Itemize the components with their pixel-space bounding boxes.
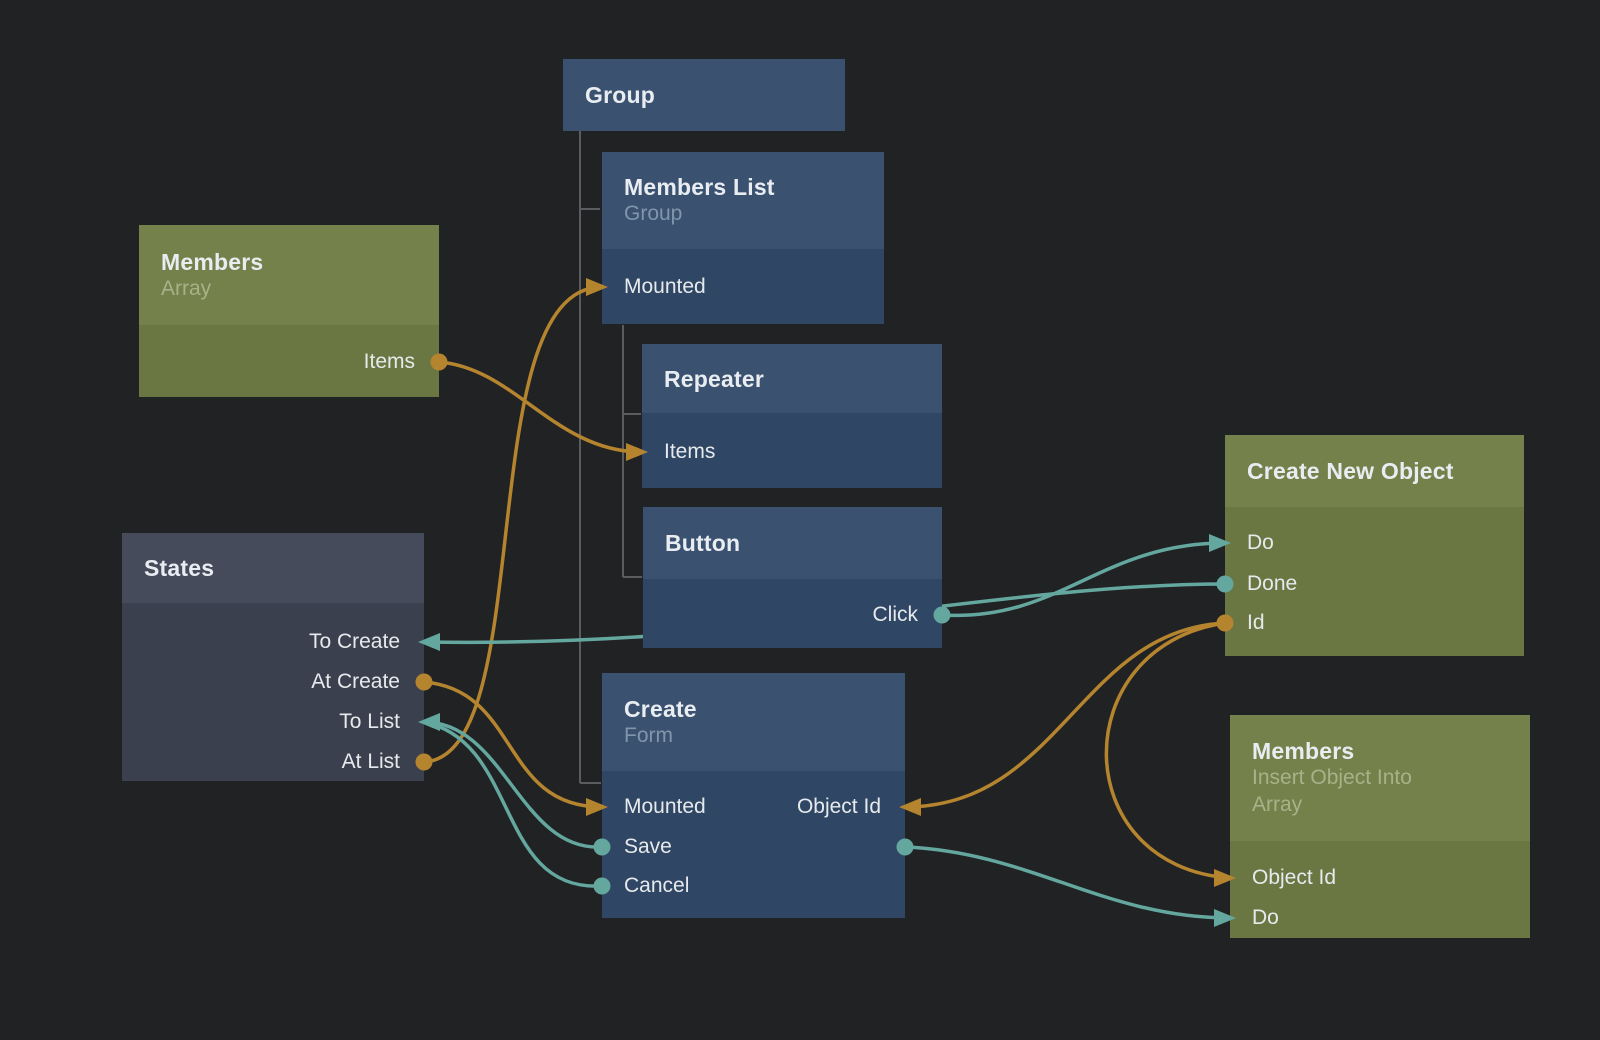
node-states[interactable]: States To Create At Create To List At List [122,533,424,781]
port-object-id-label[interactable]: Object Id [1252,865,1336,891]
port-to-list-label[interactable]: To List [339,709,400,735]
node-header[interactable]: Group [563,59,845,131]
node-members-list[interactable]: Members ListGroup Mounted [602,152,884,324]
port-at-list-label[interactable]: At List [342,749,400,775]
node-title: Create [624,696,883,722]
node-header[interactable]: Members ListGroup [602,152,884,249]
port-mounted-label[interactable]: Mounted [624,794,706,820]
port-save-label[interactable]: Save [624,834,672,860]
node-subtitle: Array [161,275,366,302]
port-do-label[interactable]: Do [1252,905,1279,931]
port-id-label[interactable]: Id [1247,610,1265,636]
port-at-create-label[interactable]: At Create [311,669,400,695]
connection-items-to-items[interactable] [439,362,642,452]
connection-atlist-to-mounted[interactable] [424,287,602,762]
node-repeater[interactable]: Repeater Items [642,344,942,488]
connection-click-to-do[interactable] [942,543,1225,615]
connection-save-to-insert-do[interactable] [905,847,1230,918]
port-to-create-label[interactable]: To Create [309,629,400,655]
node-title: Members List [624,174,862,200]
port-object-id-label[interactable]: Object Id [797,794,881,820]
node-title: Button [665,530,920,556]
node-title: Members [161,249,417,275]
node-subtitle: Insert Object Into Array [1252,764,1457,818]
node-create-new-object[interactable]: Create New Object Do Done Id [1225,435,1524,656]
node-subtitle: Group [624,200,829,227]
connection-id-to-objectid-form[interactable] [905,623,1225,807]
port-mounted-label[interactable]: Mounted [624,274,706,300]
node-header[interactable]: Repeater [642,344,942,413]
node-title: Group [585,82,823,108]
node-header[interactable]: MembersInsert Object Into Array [1230,715,1530,841]
node-members-insert[interactable]: MembersInsert Object Into Array Object Id… [1230,715,1530,938]
node-title: Create New Object [1247,458,1502,484]
port-done-label[interactable]: Done [1247,571,1297,597]
node-title: Repeater [664,366,920,392]
port-do-label[interactable]: Do [1247,530,1274,556]
node-title: Members [1252,738,1508,764]
node-members-array[interactable]: MembersArray Items [139,225,439,397]
node-header[interactable]: States [122,533,424,603]
node-header[interactable]: Create New Object [1225,435,1524,507]
port-click-label[interactable]: Click [873,602,919,628]
port-items-label[interactable]: Items [364,349,415,375]
port-items-label[interactable]: Items [664,439,715,465]
node-header[interactable]: MembersArray [139,225,439,325]
node-graph-canvas[interactable]: GroupMembers ListGroupMountedRepeaterIte… [0,0,1600,1040]
node-create[interactable]: CreateForm Mounted Save Cancel Object Id [602,673,905,918]
node-subtitle: Form [624,722,829,749]
port-cancel-label[interactable]: Cancel [624,873,689,899]
node-header[interactable]: Button [643,507,942,579]
node-button[interactable]: Button Click [643,507,942,648]
connection-save-to-tolist[interactable] [424,722,602,847]
node-group[interactable]: Group [563,59,845,131]
node-header[interactable]: CreateForm [602,673,905,771]
node-title: States [144,555,402,581]
